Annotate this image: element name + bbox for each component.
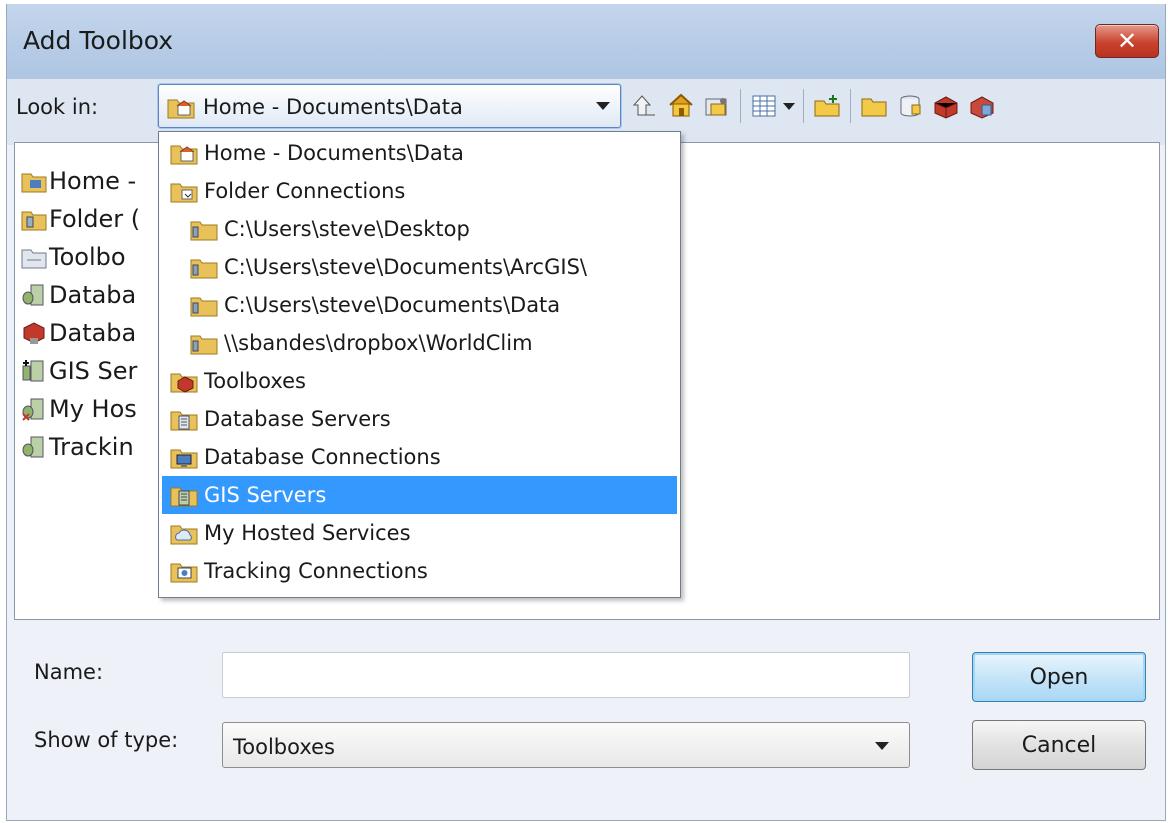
look-in-label: Look in: — [16, 95, 99, 119]
list-item[interactable]: My Hos — [21, 391, 137, 427]
look-in-combobox[interactable]: Home - Documents\Data — [158, 84, 621, 128]
toolbar-icons — [630, 84, 1003, 128]
dropdown-item-data-folder[interactable]: C:\Users\steve\Documents\Data — [162, 286, 677, 324]
toolbar-separator — [850, 89, 851, 123]
folder-connections-icon — [21, 211, 47, 231]
close-button[interactable]: ✕ — [1095, 24, 1159, 58]
database-connections-icon — [23, 322, 45, 344]
window-title: Add Toolbox — [23, 26, 174, 55]
up-folder-icon[interactable] — [630, 91, 660, 121]
database-connections-icon — [170, 449, 198, 469]
chevron-down-icon[interactable] — [596, 102, 610, 110]
view-list-icon[interactable] — [749, 91, 779, 121]
folder-icon — [190, 335, 218, 355]
folder-icon — [190, 221, 218, 241]
hosted-services-icon — [170, 525, 198, 545]
database-servers-icon — [170, 411, 198, 431]
folder-connections-icon — [170, 183, 198, 203]
chevron-down-icon[interactable] — [875, 742, 889, 750]
list-item[interactable]: Trackin — [21, 429, 134, 465]
hosted-services-icon — [22, 398, 44, 421]
database-icon[interactable] — [895, 91, 925, 121]
view-menu-chevron-icon[interactable] — [783, 102, 795, 110]
home-folder-icon — [21, 173, 47, 193]
list-item[interactable]: Home - — [21, 163, 136, 199]
show-of-type-label: Show of type: — [34, 728, 179, 752]
dropdown-item-arcgis-folder[interactable]: C:\Users\steve\Documents\ArcGIS\ — [162, 248, 677, 286]
dropdown-item-database-connections[interactable]: Database Connections — [162, 438, 677, 476]
cancel-button[interactable]: Cancel — [972, 720, 1146, 770]
home-icon[interactable] — [666, 91, 696, 121]
folder-icon — [190, 259, 218, 279]
server-icon[interactable] — [967, 91, 997, 121]
look-in-value: Home - Documents\Data — [203, 95, 463, 119]
show-of-type-value: Toolboxes — [233, 735, 335, 759]
dropdown-item-folder-connections[interactable]: Folder Connections — [162, 172, 677, 210]
name-label: Name: — [34, 660, 104, 684]
toolbar-separator — [803, 89, 804, 123]
dropdown-item-worldclim-folder[interactable]: \\sbandes\dropbox\WorldClim — [162, 324, 677, 362]
database-servers-icon — [22, 284, 44, 306]
list-item[interactable]: GIS Ser — [21, 353, 137, 389]
gis-servers-icon — [22, 360, 44, 382]
dropdown-item-desktop-folder[interactable]: C:\Users\steve\Desktop — [162, 210, 677, 248]
dropdown-item-home-documents-data[interactable]: Home - Documents\Data — [162, 134, 677, 172]
toolboxes-icon — [21, 249, 47, 269]
open-button[interactable]: Open — [972, 652, 1146, 702]
new-folder-icon[interactable] — [812, 91, 842, 121]
name-input[interactable] — [222, 652, 910, 698]
dropdown-item-gis-servers[interactable]: GIS Servers — [162, 476, 677, 514]
title-bar: Add Toolbox ✕ — [7, 4, 1165, 79]
toolboxes-icon — [170, 373, 198, 393]
list-item[interactable]: Toolbo — [21, 239, 126, 275]
gis-servers-icon — [170, 487, 198, 507]
show-of-type-select[interactable]: Toolboxes — [222, 722, 910, 768]
toolbar-separator — [740, 89, 741, 123]
close-icon: ✕ — [1116, 27, 1138, 55]
folder-icon[interactable] — [859, 91, 889, 121]
dropdown-item-tracking-connections[interactable]: Tracking Connections — [162, 552, 677, 590]
connect-folder-icon[interactable] — [702, 91, 732, 121]
tracking-connections-icon — [22, 436, 44, 458]
look-in-dropdown-list[interactable]: Home - Documents\Data Folder Connections… — [158, 131, 681, 598]
list-item[interactable]: Databa — [21, 315, 136, 351]
home-folder-icon — [167, 99, 195, 119]
dropdown-item-toolboxes[interactable]: Toolboxes — [162, 362, 677, 400]
dropdown-item-database-servers[interactable]: Database Servers — [162, 400, 677, 438]
toolbox-icon[interactable] — [931, 91, 961, 121]
list-item[interactable]: Folder ( — [21, 201, 140, 237]
list-item[interactable]: Databa — [21, 277, 136, 313]
folder-icon — [190, 297, 218, 317]
home-folder-icon — [170, 145, 198, 165]
dropdown-item-my-hosted-services[interactable]: My Hosted Services — [162, 514, 677, 552]
tracking-connections-icon — [170, 563, 198, 583]
